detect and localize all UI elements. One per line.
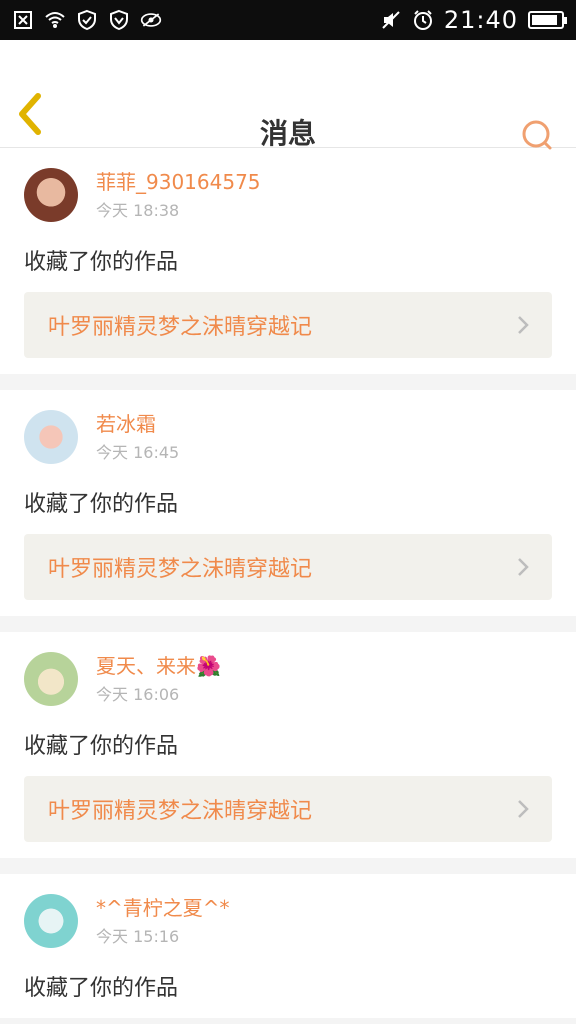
message-meta: *^青柠之夏^* 今天 15:16 bbox=[96, 895, 230, 947]
action-text: 收藏了你的作品 bbox=[24, 250, 179, 275]
shield-icon bbox=[108, 9, 130, 31]
status-bar: 21:40 bbox=[0, 0, 576, 40]
username[interactable]: 若冰霜 bbox=[96, 411, 179, 437]
status-bar-left bbox=[12, 9, 162, 31]
avatar[interactable] bbox=[24, 410, 78, 464]
work-title: 叶罗丽精灵梦之沫晴穿越记 bbox=[48, 315, 313, 340]
message-header: *^青柠之夏^* 今天 15:16 bbox=[24, 894, 552, 948]
app-header: 消息 bbox=[0, 40, 576, 150]
wifi-icon bbox=[44, 9, 66, 31]
chevron-right-icon bbox=[518, 316, 529, 334]
work-title: 叶罗丽精灵梦之沫晴穿越记 bbox=[48, 557, 313, 582]
avatar[interactable] bbox=[24, 168, 78, 222]
timestamp: 今天 15:16 bbox=[96, 927, 180, 946]
eye-icon bbox=[140, 9, 162, 31]
timestamp: 今天 18:38 bbox=[96, 201, 180, 220]
action-text: 收藏了你的作品 bbox=[24, 734, 179, 759]
message-header: 若冰霜 今天 16:45 bbox=[24, 410, 552, 464]
message-header: 夏天、来来🌺 今天 16:06 bbox=[24, 652, 552, 706]
avatar[interactable] bbox=[24, 652, 78, 706]
message-card: 若冰霜 今天 16:45 收藏了你的作品 叶罗丽精灵梦之沫晴穿越记 bbox=[0, 390, 576, 616]
search-icon bbox=[522, 120, 552, 150]
search-button[interactable] bbox=[520, 118, 554, 152]
timestamp: 今天 16:06 bbox=[96, 685, 180, 704]
message-meta: 菲菲_930164575 今天 18:38 bbox=[96, 169, 261, 221]
message-meta: 若冰霜 今天 16:45 bbox=[96, 411, 179, 463]
page-title: 消息 bbox=[259, 117, 316, 150]
message-card: 菲菲_930164575 今天 18:38 收藏了你的作品 叶罗丽精灵梦之沫晴穿… bbox=[0, 148, 576, 374]
mute-icon bbox=[380, 9, 402, 31]
battery-icon bbox=[528, 11, 567, 29]
action-text: 收藏了你的作品 bbox=[24, 976, 179, 1001]
close-box-icon bbox=[12, 9, 34, 31]
message-card: *^青柠之夏^* 今天 15:16 收藏了你的作品 bbox=[0, 874, 576, 1018]
work-title: 叶罗丽精灵梦之沫晴穿越记 bbox=[48, 799, 313, 824]
work-link[interactable]: 叶罗丽精灵梦之沫晴穿越记 bbox=[24, 292, 552, 358]
work-link[interactable]: 叶罗丽精灵梦之沫晴穿越记 bbox=[24, 776, 552, 842]
chevron-right-icon bbox=[518, 558, 529, 576]
message-meta: 夏天、来来🌺 今天 16:06 bbox=[96, 653, 221, 705]
status-bar-right: 21:40 bbox=[380, 6, 567, 34]
username[interactable]: 菲菲_930164575 bbox=[96, 169, 261, 195]
work-link[interactable]: 叶罗丽精灵梦之沫晴穿越记 bbox=[24, 534, 552, 600]
clock-time: 21:40 bbox=[443, 6, 518, 34]
shield-check-icon bbox=[76, 9, 98, 31]
message-list: 菲菲_930164575 今天 18:38 收藏了你的作品 叶罗丽精灵梦之沫晴穿… bbox=[0, 148, 576, 1018]
message-card: 夏天、来来🌺 今天 16:06 收藏了你的作品 叶罗丽精灵梦之沫晴穿越记 bbox=[0, 632, 576, 858]
message-header: 菲菲_930164575 今天 18:38 bbox=[24, 168, 552, 222]
username[interactable]: 夏天、来来🌺 bbox=[96, 653, 221, 679]
timestamp: 今天 16:45 bbox=[96, 443, 180, 462]
avatar[interactable] bbox=[24, 894, 78, 948]
chevron-right-icon bbox=[518, 800, 529, 818]
alarm-icon bbox=[412, 9, 434, 31]
username[interactable]: *^青柠之夏^* bbox=[96, 895, 230, 921]
action-text: 收藏了你的作品 bbox=[24, 492, 179, 517]
